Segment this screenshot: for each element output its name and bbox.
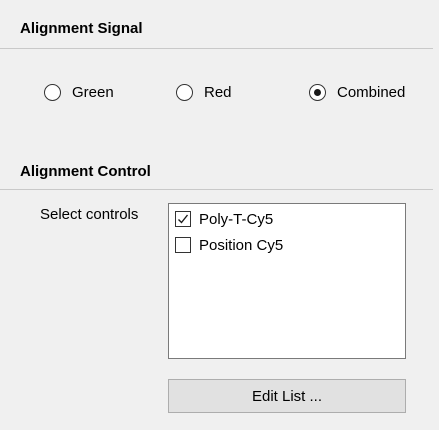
radio-combined-circle[interactable] [309, 83, 326, 101]
list-item-poly-t-cy5[interactable]: Poly-T-Cy5 [175, 208, 273, 230]
radio-red-label: Red [204, 83, 232, 101]
radio-red-circle[interactable] [176, 83, 193, 101]
edit-list-button[interactable]: Edit List ... [168, 379, 406, 413]
alignment-settings-panel: Alignment Signal Green Red Combined Alig… [0, 0, 439, 430]
alignment-signal-radio-group: Green Red Combined [0, 80, 439, 104]
controls-listbox[interactable]: Poly-T-Cy5 Position Cy5 [168, 203, 406, 359]
radio-combined[interactable]: Combined [309, 80, 405, 104]
alignment-signal-divider [0, 48, 433, 49]
select-controls-label: Select controls [40, 206, 139, 223]
checkbox-position-cy5[interactable] [175, 237, 191, 253]
radio-green[interactable]: Green [44, 80, 114, 104]
checkbox-poly-t-cy5[interactable] [175, 211, 191, 227]
list-item-label: Poly-T-Cy5 [199, 210, 274, 228]
radio-combined-label: Combined [337, 83, 406, 101]
list-item-label: Position Cy5 [199, 236, 284, 254]
radio-green-label: Green [72, 83, 114, 101]
alignment-control-title: Alignment Control [20, 163, 151, 180]
list-item-position-cy5[interactable]: Position Cy5 [175, 234, 283, 256]
checkmark-icon [178, 214, 189, 224]
alignment-signal-title: Alignment Signal [20, 20, 143, 37]
radio-red[interactable]: Red [176, 80, 232, 104]
alignment-control-divider [0, 189, 433, 190]
radio-green-circle[interactable] [44, 83, 61, 101]
